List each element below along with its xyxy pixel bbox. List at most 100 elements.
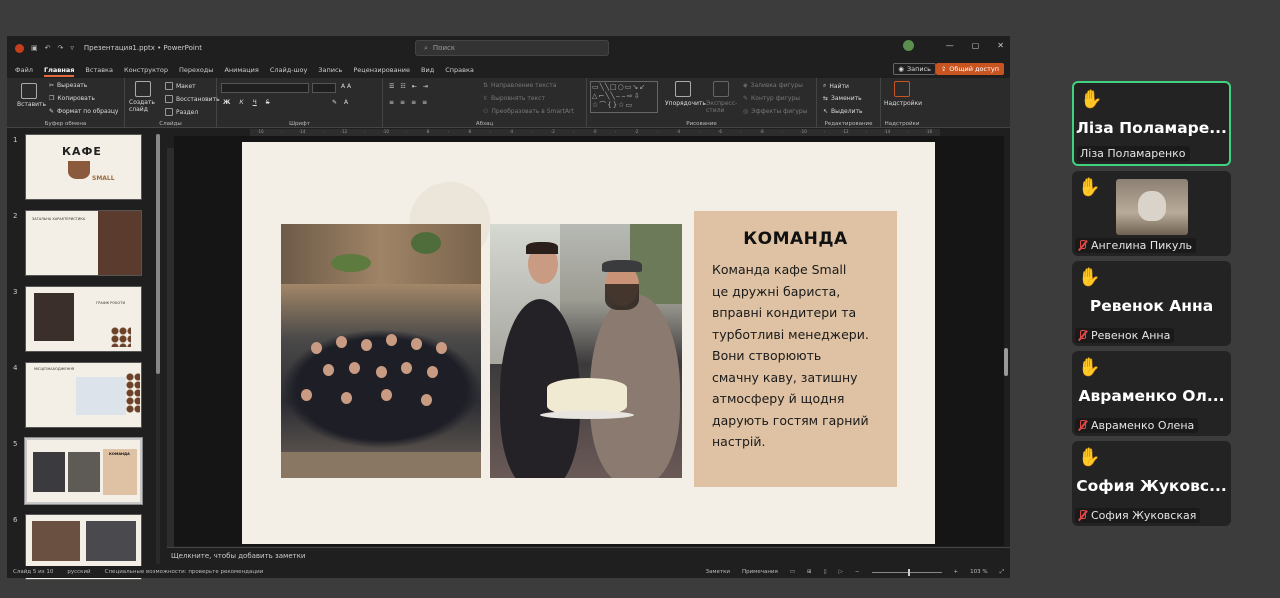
tab-7[interactable]: Запись: [318, 66, 342, 74]
tab-8[interactable]: Рецензирование: [353, 66, 410, 74]
addins-button[interactable]: Надстройки: [884, 100, 922, 107]
tab-4[interactable]: Переходы: [179, 66, 213, 74]
indent-icon[interactable]: ⇤: [412, 83, 417, 90]
notes-pane[interactable]: Щелкните, чтобы добавить заметки: [167, 547, 1010, 565]
participant-tile[interactable]: ✋ Ангелина Пикуль: [1072, 171, 1231, 256]
language-indicator[interactable]: русский: [67, 569, 90, 575]
tab-10[interactable]: Справка: [445, 66, 474, 74]
shape-effects-button[interactable]: ◎ Эффекты фигуры: [743, 108, 807, 115]
italic-button[interactable]: К: [239, 99, 243, 106]
numbering-icon[interactable]: ☷: [400, 83, 405, 90]
participant-tile[interactable]: ✋ Ревенок Анна Ревенок Анна: [1072, 261, 1231, 346]
new-slide-icon[interactable]: [135, 81, 151, 97]
powerpoint-window: ▣ ↶ ↷ ▿ Презентация1.pptx • PowerPoint ⌕…: [7, 36, 1010, 580]
layout-button[interactable]: Макет: [165, 82, 196, 90]
paste-button[interactable]: Вставить: [17, 101, 46, 108]
zoom-level[interactable]: 103 %: [970, 569, 987, 575]
participant-display-name: Ліза Поламаре...: [1076, 119, 1227, 137]
addins-icon[interactable]: [894, 81, 910, 97]
slide-thumbnail[interactable]: КАФЕ SMALL: [25, 134, 142, 200]
ribbon: Вставить ✂ Вырезать ❐ Копировать ✎ Формат п…: [7, 78, 1010, 128]
fit-slide-icon[interactable]: ⤢: [1000, 569, 1004, 576]
tab-9[interactable]: Вид: [421, 66, 434, 74]
new-slide-button[interactable]: Создать слайд: [129, 99, 159, 113]
section-button[interactable]: Раздел: [165, 108, 198, 116]
bullets-icon[interactable]: ☰: [389, 83, 394, 90]
current-slide[interactable]: КОМАНДА Команда кафе Small це дружні бар…: [242, 142, 935, 544]
reading-view-icon[interactable]: ▯: [824, 569, 827, 575]
participant-tile[interactable]: ✋ Ліза Поламаре... Ліза Поламаренко: [1072, 81, 1231, 166]
align-left-icon[interactable]: ≡: [389, 99, 394, 106]
font-size-buttons[interactable]: A A: [341, 83, 351, 90]
save-icon[interactable]: ▣: [31, 44, 38, 52]
font-family-select[interactable]: [221, 83, 309, 93]
reset-button[interactable]: Восстановить: [165, 95, 220, 103]
participant-tile[interactable]: ✋ Авраменко Ол... Авраменко Олена: [1072, 351, 1231, 436]
thumbnail-title: ГРАФІК РОБОТИ: [96, 301, 126, 305]
tab-3[interactable]: Конструктор: [124, 66, 168, 74]
maximize-button[interactable]: ▢: [972, 41, 980, 50]
shape-fill-button[interactable]: ◈ Заливка фигуры: [743, 82, 803, 89]
outdent-icon[interactable]: ⇥: [423, 83, 428, 90]
shapes-gallery[interactable]: ▭╲╲□○▭↘↙ △⌐╲╲⌢⌢⇨⇩ ☆⌒{}☆▭: [590, 81, 658, 113]
zoom-in-icon[interactable]: +: [954, 569, 959, 575]
select-button[interactable]: ↖ Выделить: [823, 108, 863, 115]
customize-icon[interactable]: ▿: [70, 44, 74, 52]
participant-display-name: София Жуковс...: [1076, 477, 1227, 495]
accessibility-checker[interactable]: Специальные возможности: проверьте реком…: [105, 569, 264, 575]
normal-view-icon[interactable]: ▭: [790, 569, 795, 575]
smartart-button[interactable]: ⚇ Преобразовать в SmartArt: [483, 108, 574, 115]
close-button[interactable]: ✕: [997, 41, 1004, 50]
slide-thumbnail[interactable]: ГРАФІК РОБОТИ: [25, 286, 142, 352]
sorter-view-icon[interactable]: ⊞: [807, 569, 812, 575]
avatar[interactable]: [902, 40, 914, 51]
slide-thumbnail[interactable]: МІСЦЕЗНАХОДЖЕННЯ: [25, 362, 142, 428]
font-size-select[interactable]: [312, 83, 336, 93]
align-center-icon[interactable]: ≡: [400, 99, 405, 106]
slideshow-view-icon[interactable]: ▷: [839, 569, 843, 575]
arrange-button[interactable]: Упорядочить: [665, 100, 706, 107]
highlight-icon[interactable]: ✎: [332, 99, 337, 106]
replace-button[interactable]: ⇆ Заменить: [823, 95, 862, 102]
justify-icon[interactable]: ≡: [422, 99, 427, 106]
font-color-icon[interactable]: A: [344, 99, 348, 106]
tab-6[interactable]: Слайд-шоу: [270, 66, 308, 74]
notes-button[interactable]: Заметки: [705, 569, 730, 575]
underline-button[interactable]: Ч: [253, 99, 257, 106]
tab-0[interactable]: Файл: [15, 66, 33, 74]
team-group-photo[interactable]: [281, 224, 481, 478]
redo-icon[interactable]: ↷: [58, 44, 64, 52]
shape-outline-button[interactable]: ✎ Контур фигуры: [743, 95, 800, 102]
undo-icon[interactable]: ↶: [45, 44, 51, 52]
strikethrough-button[interactable]: S: [266, 99, 270, 106]
tab-5[interactable]: Анимация: [224, 66, 258, 74]
format-painter-button[interactable]: ✎ Формат по образцу: [49, 108, 118, 115]
minimize-button[interactable]: —: [946, 41, 954, 50]
copy-button[interactable]: ❐ Копировать: [49, 95, 95, 102]
find-button[interactable]: ⌕ Найти: [823, 82, 849, 90]
comments-button[interactable]: Примечания: [742, 569, 778, 575]
participant-tile[interactable]: ✋ София Жуковс... София Жуковская: [1072, 441, 1231, 526]
search-input[interactable]: ⌕ Поиск: [415, 40, 609, 56]
tab-2[interactable]: Вставка: [85, 66, 113, 74]
align-right-icon[interactable]: ≡: [411, 99, 416, 106]
baristas-with-cake-photo[interactable]: [490, 224, 682, 478]
bold-button[interactable]: Ж: [223, 99, 230, 106]
paste-icon[interactable]: [21, 83, 37, 99]
canvas-scrollbar[interactable]: [1003, 136, 1009, 546]
zoom-out-icon[interactable]: −: [855, 569, 860, 575]
thumbnails-scrollbar[interactable]: [156, 134, 160, 564]
quick-styles-button[interactable]: Экспресс-стили: [706, 100, 738, 114]
share-button[interactable]: ⇪ Общий доступ: [935, 63, 1004, 75]
align-text-button[interactable]: ⇳ Выровнять текст: [483, 95, 545, 102]
quick-styles-icon[interactable]: [713, 81, 729, 97]
record-button[interactable]: ◉ Запись: [893, 63, 936, 75]
slide-thumbnail[interactable]: ЗАГАЛЬНА ХАРАКТЕРИСТИКА: [25, 210, 142, 276]
slide-thumbnail[interactable]: КОМАНДА: [24, 437, 143, 505]
cut-button[interactable]: ✂ Вырезать: [49, 82, 87, 89]
zoom-slider[interactable]: [871, 568, 942, 576]
team-text-box[interactable]: КОМАНДА Команда кафе Small це дружні бар…: [694, 211, 897, 487]
tab-1[interactable]: Главная: [43, 66, 75, 77]
text-direction-button[interactable]: ⇅ Направление текста: [483, 82, 556, 89]
arrange-icon[interactable]: [675, 81, 691, 97]
